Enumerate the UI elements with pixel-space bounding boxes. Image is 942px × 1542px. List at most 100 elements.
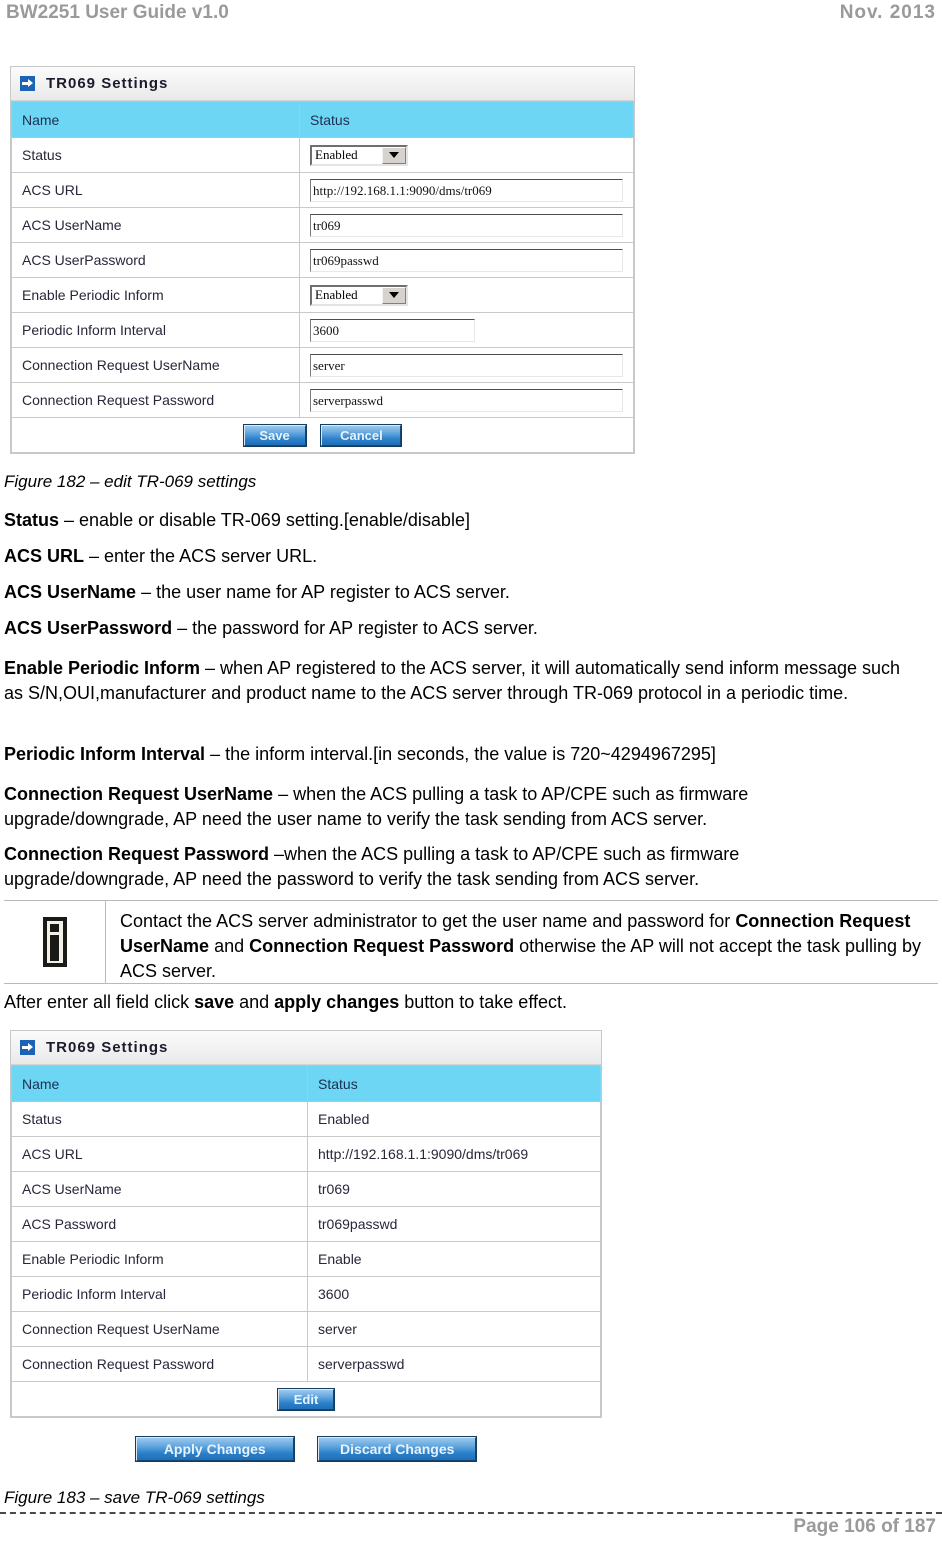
connection-request-username-input[interactable]: server <box>310 353 623 377</box>
after-note-bold2: apply changes <box>274 992 400 1012</box>
table-row: Status Enabled <box>11 1101 601 1137</box>
connection-request-password-input[interactable]: serverpasswd <box>310 388 623 412</box>
apply-discard-button-row: Apply Changes Discard Changes <box>10 1437 602 1461</box>
tr069-view-panel: TR069 Settings Name Status Status Enable… <box>10 1030 602 1418</box>
row-value-acs-username: tr069 <box>307 1171 601 1207</box>
row-value-acs-url: http://192.168.1.1:9090/dms/tr069 <box>307 1136 601 1172</box>
table-row: ACS URL http://192.168.1.1:9090/dms/tr06… <box>11 172 634 208</box>
row-value-conn-req-username: server <box>307 1311 601 1347</box>
desc-acs-userpassword-text: – the password for AP register to ACS se… <box>172 618 538 638</box>
document-running-header: BW2251 User Guide v1.0 Nov. 2013 <box>0 0 942 30</box>
row-label-acs-userpassword: ACS UserPassword <box>11 242 300 278</box>
panel-title-bar: TR069 Settings <box>11 1031 601 1065</box>
row-label-periodic-inform-interval: Periodic Inform Interval <box>11 1276 308 1312</box>
desc-acs-username-text: – the user name for AP register to ACS s… <box>136 582 510 602</box>
footer-divider <box>0 1512 942 1514</box>
description-acs-userpassword: ACS UserPassword – the password for AP r… <box>4 616 916 641</box>
guide-date: Nov. 2013 <box>839 2 936 23</box>
row-label-acs-username: ACS UserName <box>11 207 300 243</box>
enable-periodic-inform-select[interactable]: Enabled <box>310 284 408 306</box>
row-label-status: Status <box>11 137 300 173</box>
figure-182-caption: Figure 182 – edit TR-069 settings <box>4 472 257 491</box>
note-text: Contact the ACS server administrator to … <box>106 901 938 983</box>
acs-username-input[interactable]: tr069 <box>310 213 623 237</box>
note-icon-cell <box>4 901 106 983</box>
info-icon-dot <box>50 924 59 932</box>
row-control-cell: serverpasswd <box>299 382 634 418</box>
description-conn-req-password: Connection Request Password –when the AC… <box>4 842 904 892</box>
row-label-conn-req-username: Connection Request UserName <box>11 347 300 383</box>
note-part1: Contact the ACS server administrator to … <box>120 911 736 931</box>
after-note-part3: button to take effect. <box>399 992 568 1012</box>
row-value-conn-req-password: serverpasswd <box>307 1346 601 1382</box>
row-label-acs-url: ACS URL <box>11 172 300 208</box>
periodic-inform-interval-input[interactable]: 3600 <box>310 318 475 342</box>
save-button[interactable]: Save <box>243 424 306 446</box>
description-acs-url: ACS URL – enter the ACS server URL. <box>4 544 916 569</box>
desc-acs-url-text: – enter the ACS server URL. <box>84 546 318 566</box>
discard-changes-button[interactable]: Discard Changes <box>318 1437 477 1461</box>
chevron-down-icon[interactable] <box>382 286 406 304</box>
row-label-conn-req-password: Connection Request Password <box>11 1346 308 1382</box>
row-label-status: Status <box>11 1101 308 1137</box>
table-row: Connection Request Password serverpasswd <box>11 1346 601 1382</box>
table-action-row: Save Cancel <box>11 417 634 453</box>
table-header-row: Name Status <box>11 1065 601 1102</box>
after-note-part1: After enter all field click <box>4 992 195 1012</box>
tr069-view-table: Name Status Status Enabled ACS URL http:… <box>11 1065 601 1417</box>
row-label-periodic-inform-interval: Periodic Inform Interval <box>11 312 300 348</box>
note-bold2: Connection Request Password <box>249 936 515 956</box>
tr069-edit-table: Name Status Status Enabled ACS URL http:… <box>11 101 634 453</box>
figure-183-caption: Figure 183 – save TR-069 settings <box>4 1488 265 1507</box>
panel-title-text: TR069 Settings <box>46 1039 169 1056</box>
term-conn-req-password: Connection Request Password <box>4 844 270 864</box>
term-periodic-inform-interval: Periodic Inform Interval <box>4 744 206 764</box>
view-panel-buttons: Edit <box>11 1381 601 1417</box>
table-row: Enable Periodic Inform Enable <box>11 1241 601 1277</box>
table-header-row: Name Status <box>11 101 634 138</box>
cancel-button[interactable]: Cancel <box>321 424 402 446</box>
description-periodic-inform-interval: Periodic Inform Interval – the inform in… <box>4 742 916 767</box>
table-row: Connection Request Password serverpasswd <box>11 382 634 418</box>
term-acs-userpassword: ACS UserPassword <box>4 618 173 638</box>
column-header-name: Name <box>11 1065 308 1102</box>
table-row: ACS URL http://192.168.1.1:9090/dms/tr06… <box>11 1136 601 1172</box>
chevron-down-icon[interactable] <box>382 146 406 164</box>
acs-userpassword-input[interactable]: tr069passwd <box>310 248 623 272</box>
edit-panel-buttons: Save Cancel <box>11 417 634 453</box>
row-control-cell: Enabled <box>299 277 634 313</box>
description-conn-req-username: Connection Request UserName – when the A… <box>4 782 904 832</box>
row-value-status: Enabled <box>307 1101 601 1137</box>
apply-changes-button[interactable]: Apply Changes <box>135 1437 294 1461</box>
info-icon <box>42 917 67 967</box>
note-box: Contact the ACS server administrator to … <box>4 900 938 984</box>
description-acs-username: ACS UserName – the user name for AP regi… <box>4 580 916 605</box>
acs-url-input[interactable]: http://192.168.1.1:9090/dms/tr069 <box>310 178 623 202</box>
table-row: Periodic Inform Interval 3600 <box>11 312 634 348</box>
term-status: Status <box>4 510 60 530</box>
page-number: Page 106 of 187 <box>793 1516 936 1537</box>
row-control-cell: server <box>299 347 634 383</box>
arrow-right-icon <box>20 76 35 91</box>
table-row: ACS UserPassword tr069passwd <box>11 242 634 278</box>
description-status: Status – enable or disable TR-069 settin… <box>4 508 916 533</box>
table-row: ACS Password tr069passwd <box>11 1206 601 1242</box>
row-control-cell: tr069 <box>299 207 634 243</box>
term-enable-periodic-inform: Enable Periodic Inform <box>4 658 201 678</box>
guide-title: BW2251 User Guide v1.0 <box>6 2 229 23</box>
row-control-cell: http://192.168.1.1:9090/dms/tr069 <box>299 172 634 208</box>
panel-title-text: TR069 Settings <box>46 75 169 92</box>
row-control-cell: tr069passwd <box>299 242 634 278</box>
row-value-periodic-inform-interval: 3600 <box>307 1276 601 1312</box>
term-conn-req-username: Connection Request UserName <box>4 784 274 804</box>
enable-periodic-inform-value: Enabled <box>315 287 358 302</box>
status-select[interactable]: Enabled <box>310 144 408 166</box>
after-note-part2: and <box>234 992 275 1012</box>
row-label-enable-periodic-inform: Enable Periodic Inform <box>11 277 300 313</box>
note-part2: and <box>209 936 250 956</box>
status-select-value: Enabled <box>315 147 358 162</box>
arrow-right-icon <box>20 1040 35 1055</box>
table-row: Connection Request UserName server <box>11 347 634 383</box>
edit-button[interactable]: Edit <box>278 1388 334 1410</box>
table-row: Connection Request UserName server <box>11 1311 601 1347</box>
